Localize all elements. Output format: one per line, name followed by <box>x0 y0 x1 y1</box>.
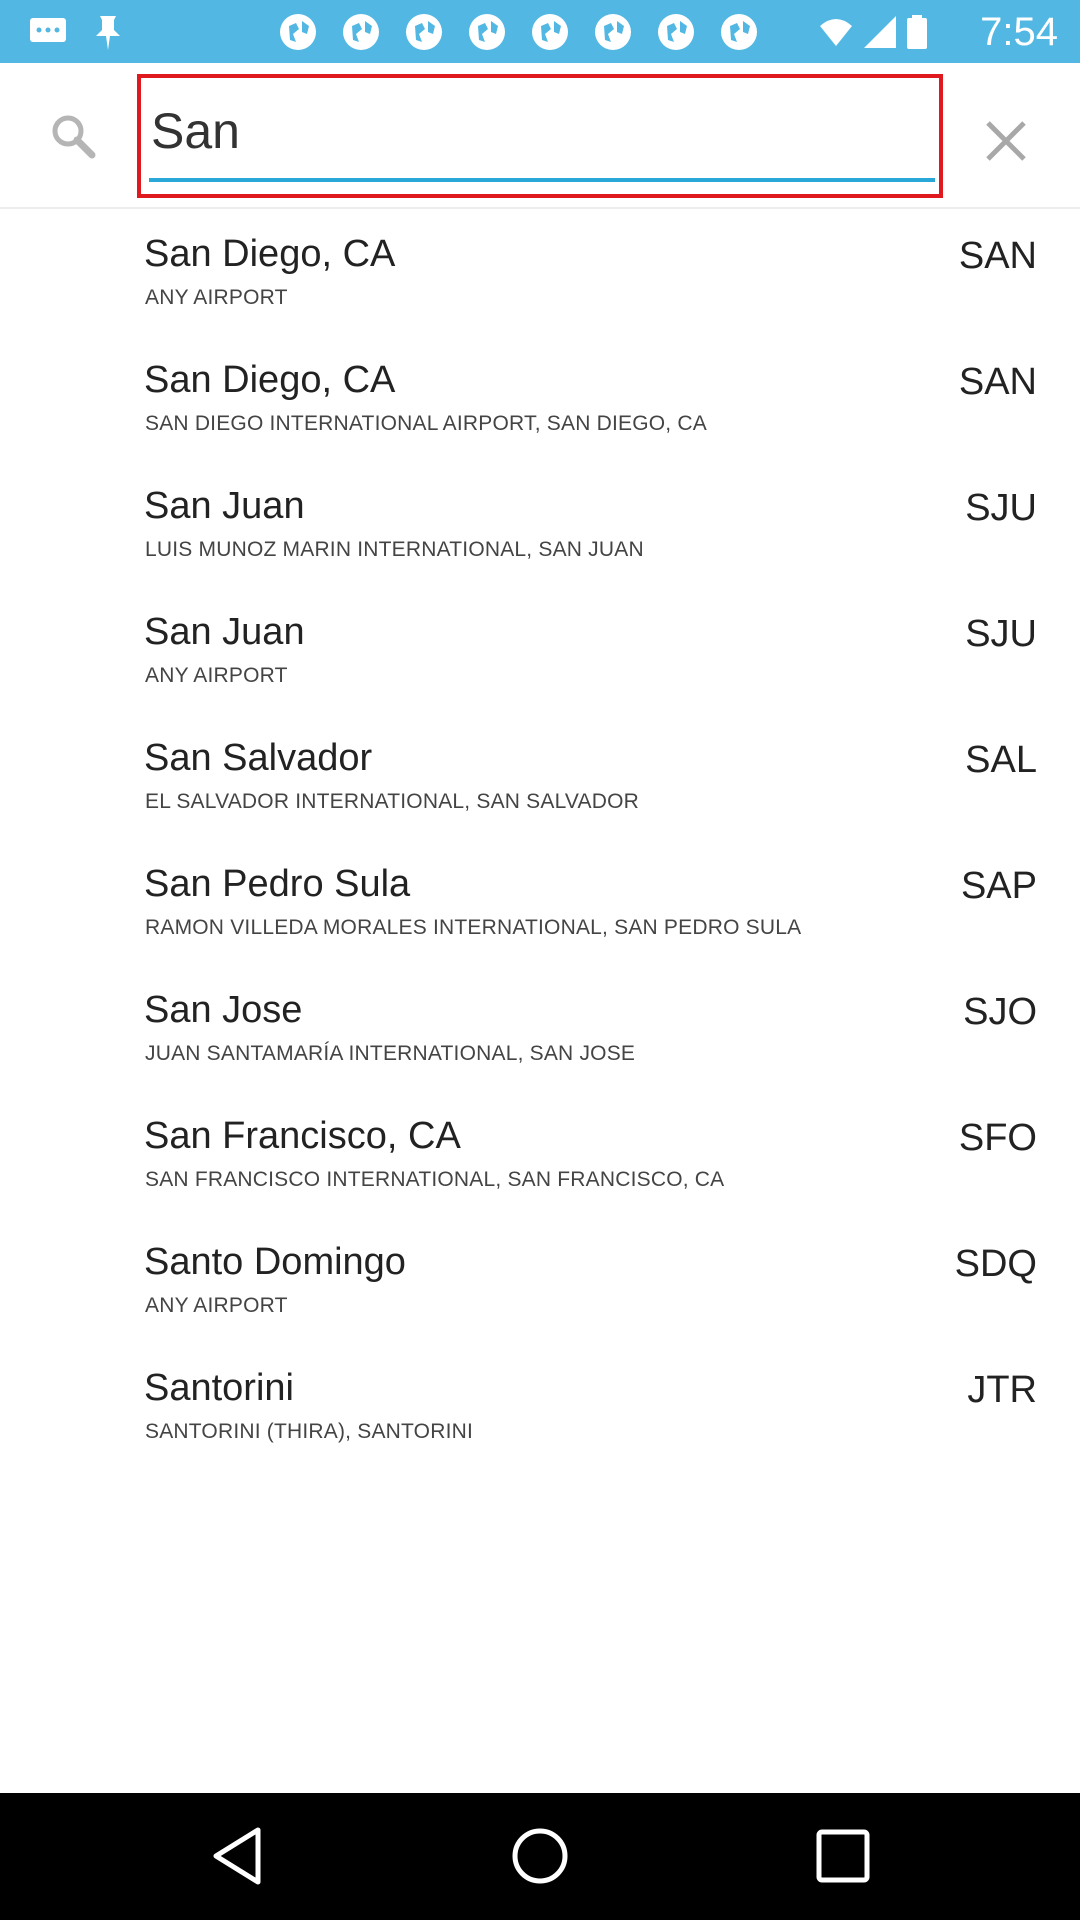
airport-code: SJO <box>963 991 1037 1033</box>
list-item[interactable]: San Pedro Sula RAMON VILLEDA MORALES INT… <box>0 839 1080 965</box>
city-name: San Francisco, CA <box>144 1115 461 1157</box>
list-item[interactable]: San Juan ANY AIRPORT SJU <box>0 587 1080 713</box>
airport-name: SAN DIEGO INTERNATIONAL AIRPORT, SAN DIE… <box>145 412 707 435</box>
globe-icon <box>658 14 694 50</box>
list-item[interactable]: Santo Domingo ANY AIRPORT SDQ <box>0 1217 1080 1343</box>
close-icon <box>986 121 1026 161</box>
airport-code: JTR <box>967 1369 1037 1411</box>
search-underline <box>149 178 935 182</box>
airport-code: SAL <box>965 739 1037 781</box>
globe-icon <box>406 14 442 50</box>
home-icon <box>512 1828 568 1884</box>
airport-name: ANY AIRPORT <box>145 286 288 309</box>
airport-code: SDQ <box>954 1243 1037 1285</box>
list-item[interactable]: San Francisco, CA SAN FRANCISCO INTERNAT… <box>0 1091 1080 1217</box>
city-name: San Jose <box>144 989 303 1031</box>
search-input[interactable] <box>149 84 931 178</box>
results-list: San Diego, CA ANY AIRPORT SAN San Diego,… <box>0 209 1080 1469</box>
recents-button[interactable] <box>810 1823 876 1889</box>
airport-name: RAMON VILLEDA MORALES INTERNATIONAL, SAN… <box>145 916 802 939</box>
airport-name: JUAN SANTAMARÍA INTERNATIONAL, SAN JOSE <box>145 1042 636 1065</box>
list-item[interactable]: Santorini SANTORINI (THIRA), SANTORINI J… <box>0 1343 1080 1469</box>
home-button[interactable] <box>507 1823 573 1889</box>
battery-icon <box>907 15 927 49</box>
recents-icon <box>816 1829 870 1883</box>
search-icon <box>52 115 96 159</box>
airport-code: SJU <box>965 487 1037 529</box>
signal-icon <box>864 16 896 48</box>
city-name: San Juan <box>144 485 305 527</box>
clear-search-button[interactable] <box>970 105 1042 177</box>
globe-icon <box>721 14 757 50</box>
airport-name: EL SALVADOR INTERNATIONAL, SAN SALVADOR <box>145 790 640 813</box>
city-name: San Juan <box>144 611 305 653</box>
chat-icon <box>30 18 66 42</box>
clock: 7:54 <box>980 10 1058 54</box>
city-name: San Salvador <box>144 737 373 779</box>
airport-code: SAP <box>960 865 1037 907</box>
city-name: Santorini <box>144 1367 294 1409</box>
city-name: San Pedro Sula <box>144 863 411 905</box>
city-name: Santo Domingo <box>144 1241 406 1283</box>
list-item[interactable]: San Salvador EL SALVADOR INTERNATIONAL, … <box>0 713 1080 839</box>
status-bar: 7:54 <box>0 0 1080 63</box>
back-icon <box>213 1827 261 1885</box>
airport-name: ANY AIRPORT <box>145 664 288 687</box>
list-item[interactable]: San Jose JUAN SANTAMARÍA INTERNATIONAL, … <box>0 965 1080 1091</box>
globe-icon <box>343 14 379 50</box>
back-button[interactable] <box>205 1823 271 1889</box>
airport-name: ANY AIRPORT <box>145 1294 288 1317</box>
globe-icon <box>595 14 631 50</box>
globe-icon <box>280 14 316 50</box>
list-item[interactable]: San Diego, CA ANY AIRPORT SAN <box>0 209 1080 335</box>
airport-code: SAN <box>958 235 1037 277</box>
globe-icon <box>532 14 568 50</box>
list-item[interactable]: San Juan LUIS MUNOZ MARIN INTERNATIONAL,… <box>0 461 1080 587</box>
search-header <box>0 63 1080 209</box>
airport-code: SAN <box>958 361 1037 403</box>
airport-name: LUIS MUNOZ MARIN INTERNATIONAL, SAN JUAN <box>145 538 644 561</box>
pin-icon <box>96 16 120 50</box>
airport-name: SAN FRANCISCO INTERNATIONAL, SAN FRANCIS… <box>145 1168 725 1191</box>
list-item[interactable]: San Diego, CA SAN DIEGO INTERNATIONAL AI… <box>0 335 1080 461</box>
globe-icon <box>469 14 505 50</box>
navigation-bar <box>0 1793 1080 1920</box>
search-field-highlight <box>137 74 943 198</box>
airport-name: SANTORINI (THIRA), SANTORINI <box>145 1420 474 1443</box>
wifi-icon <box>820 19 852 46</box>
airport-code: SJU <box>965 613 1037 655</box>
city-name: San Diego, CA <box>144 233 396 275</box>
city-name: San Diego, CA <box>144 359 396 401</box>
airport-code: SFO <box>958 1117 1037 1159</box>
